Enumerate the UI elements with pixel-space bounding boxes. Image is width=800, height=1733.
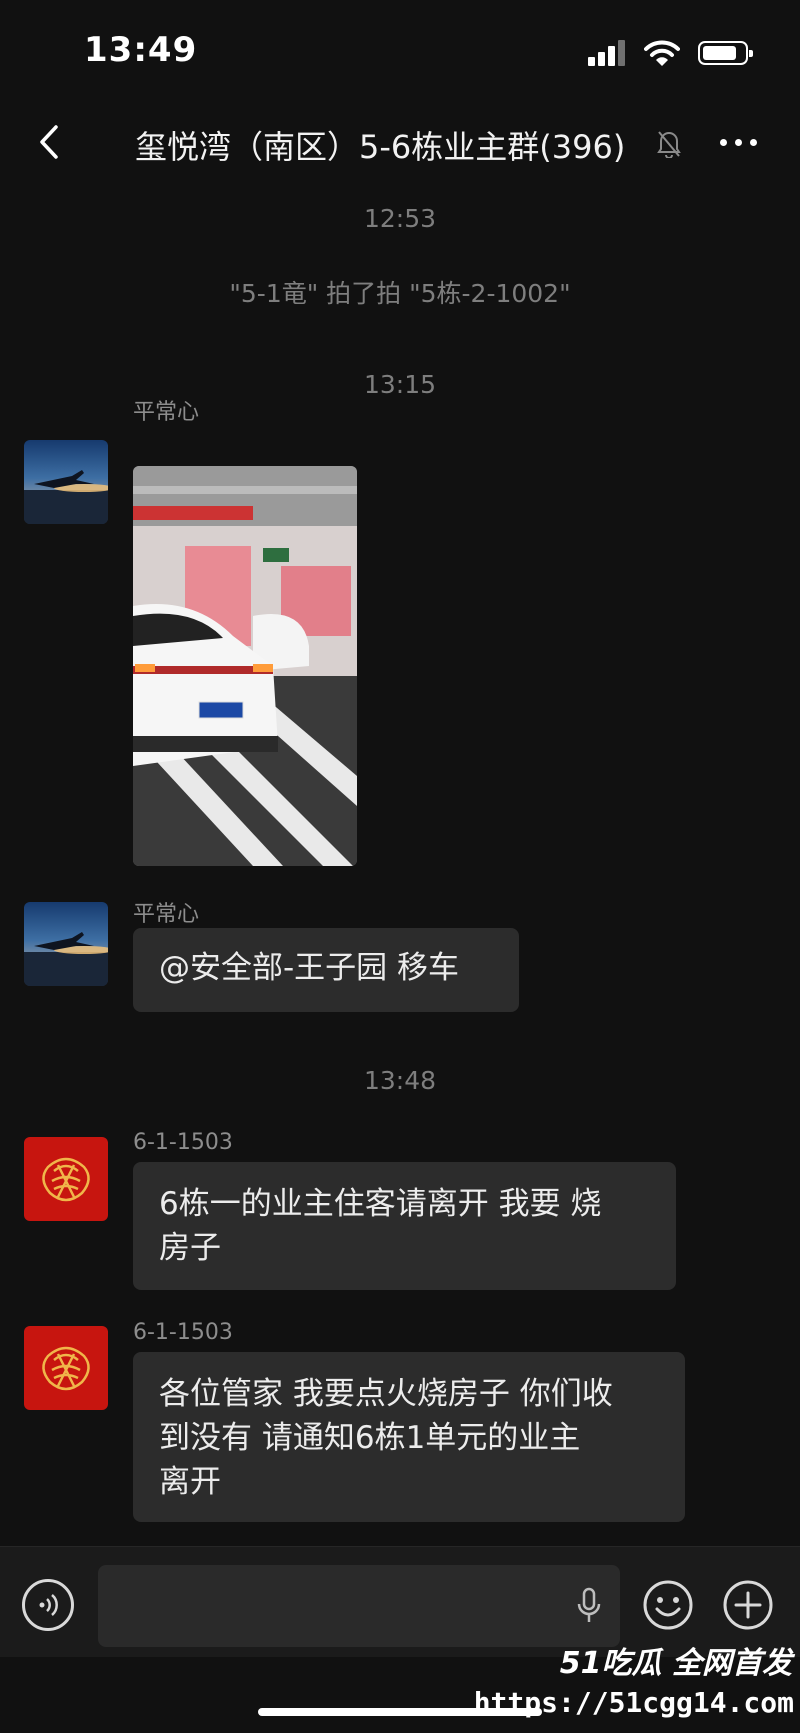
back-chevron-icon[interactable] xyxy=(30,122,70,162)
message-bubble[interactable]: 6栋一的业主住客请离开 我要 烧 房子 xyxy=(133,1162,676,1290)
more-options-button[interactable] xyxy=(720,130,766,154)
voice-input-toggle[interactable] xyxy=(22,1579,74,1631)
status-time: 13:49 xyxy=(84,30,198,70)
message-text: 6栋一的业主住客请离开 我要 烧 xyxy=(159,1186,602,1222)
group-title: 玺悦湾（南区）5-6栋业主群(396) xyxy=(135,128,626,166)
microphone-icon[interactable] xyxy=(576,1587,602,1625)
message-bubble[interactable]: @安全部-王子园 移车 xyxy=(133,928,519,1012)
message-text: @安全部-王子园 移车 xyxy=(159,950,460,986)
status-icons xyxy=(588,38,753,68)
timestamp: 13:15 xyxy=(363,370,437,399)
system-pat-notice: "5-1竜" 拍了拍 "5栋-2-1002" xyxy=(229,279,571,308)
emoji-button[interactable] xyxy=(642,1579,694,1631)
sender-avatar[interactable] xyxy=(24,902,108,986)
chat-header: 玺悦湾（南区）5-6栋业主群(396) xyxy=(0,100,800,186)
message-bubble[interactable]: 各位管家 我要点火烧房子 你们收 到没有 请通知6栋1单元的业主 离开 xyxy=(133,1352,685,1522)
sender-name: 平常心 xyxy=(133,400,200,425)
timestamp: 12:53 xyxy=(363,204,437,233)
watermark-brand: 51吃瓜 全网首发 xyxy=(559,1646,792,1681)
cellular-signal-icon xyxy=(588,40,626,66)
voice-wave-icon xyxy=(39,1594,58,1616)
message-text: 房子 xyxy=(159,1230,221,1266)
sender-avatar[interactable] xyxy=(24,1137,108,1221)
sender-name: 6-1-1503 xyxy=(133,1130,233,1155)
sender-avatar[interactable] xyxy=(24,1326,108,1410)
message-text: 离开 xyxy=(159,1464,221,1500)
timestamp: 13:48 xyxy=(363,1066,437,1095)
message-list[interactable]: 12:53 "5-1竜" 拍了拍 "5栋-2-1002" 13:15 平常心 平… xyxy=(0,186,800,1546)
watermark: 51吃瓜 全网首发 https://51cgg14.com xyxy=(474,1634,800,1733)
message-text: 到没有 请通知6栋1单元的业主 xyxy=(159,1420,581,1456)
bell-muted-icon xyxy=(657,131,681,158)
battery-icon xyxy=(698,41,753,65)
shared-photo-parking-garage[interactable] xyxy=(133,466,357,866)
sender-name: 6-1-1503 xyxy=(133,1320,233,1345)
watermark-url: https://51cgg14.com xyxy=(473,1686,794,1719)
status-bar: 13:49 xyxy=(0,0,800,100)
sender-name: 平常心 xyxy=(133,902,200,927)
more-dots-icon xyxy=(720,138,727,146)
message-text: 各位管家 我要点火烧房子 你们收 xyxy=(159,1376,613,1412)
sender-avatar[interactable] xyxy=(24,440,108,524)
more-actions-button[interactable] xyxy=(722,1579,774,1631)
wifi-icon xyxy=(644,40,680,66)
